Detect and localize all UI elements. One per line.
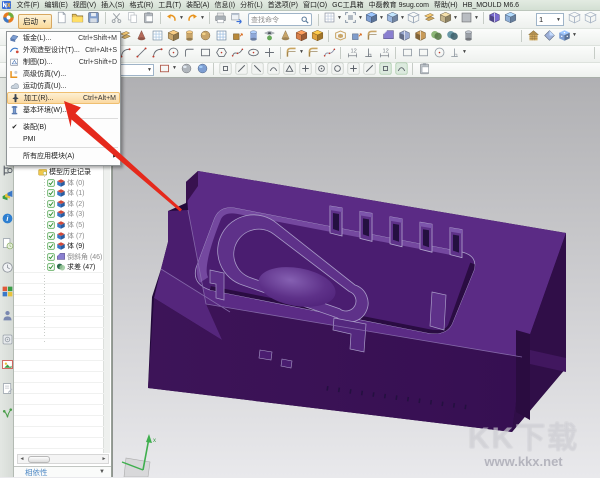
- icon-glyph: [9, 33, 20, 44]
- menu-item-label: 加工(R)...: [24, 93, 79, 103]
- menu-separator: [9, 118, 118, 119]
- menu-item-label: PMI: [23, 136, 117, 143]
- start-dropdown-menu: 钣金(L)... Ctrl+Shift+M 外观造型设计(T)... Ctrl+Alt…: [6, 31, 121, 166]
- start-menu-item-2[interactable]: 外观造型设计(T)... Ctrl+Alt+S: [7, 44, 120, 56]
- menu-separator: [9, 147, 118, 148]
- mold-block-model: [148, 171, 566, 432]
- start-menu-item-4[interactable]: 高级仿真(V)...: [7, 68, 120, 80]
- menu-item-label: 基本环境(W)...: [23, 105, 117, 115]
- svg-text:x: x: [153, 438, 156, 444]
- start-menu-item-3[interactable]: 制图(D)... Ctrl+Shift+D: [7, 56, 120, 68]
- icon-glyph: [9, 45, 20, 56]
- part-post-right: [430, 292, 446, 330]
- start-menu-item-9[interactable]: PMI: [7, 133, 120, 145]
- start-menu-item-10[interactable]: 所有应用模块(A)▶: [7, 150, 120, 162]
- menu-item-label: 高级仿真(V)...: [23, 69, 117, 79]
- menu-item-shortcut: Ctrl+Shift+M: [78, 35, 117, 42]
- checkmark-icon: ✔: [9, 123, 20, 131]
- icon-glyph: [9, 57, 20, 68]
- menu-item-label: 外观造型设计(T)...: [23, 45, 81, 55]
- gateway-icon: [9, 105, 20, 116]
- model-right-notch: [516, 330, 530, 420]
- menu-item-label: 运动仿真(U)...: [23, 81, 117, 91]
- menu-item-shortcut: Ctrl+Alt+S: [85, 47, 117, 54]
- menu-item-shortcut: Ctrl+Alt+M: [83, 95, 116, 102]
- menu-item-label: 所有应用模块(A): [23, 151, 113, 161]
- icon-glyph: [9, 81, 20, 92]
- start-menu-item-6[interactable]: 加工(R)... Ctrl+Alt+M: [7, 92, 120, 104]
- menu-icon-spacer: [9, 151, 20, 162]
- advanced-simulation-icon: [9, 69, 20, 80]
- icon-glyph: [10, 93, 21, 104]
- part-front-tab-1: [259, 350, 272, 360]
- motion-simulation-icon: [9, 81, 20, 92]
- sheet-metal-icon: [9, 33, 20, 44]
- view-triad: x: [122, 434, 156, 477]
- icon-glyph: [9, 69, 20, 80]
- menu-item-label: 钣金(L)...: [23, 33, 74, 43]
- start-menu-item-5[interactable]: 运动仿真(U)...: [7, 80, 120, 92]
- menu-icon-spacer: [9, 134, 20, 145]
- start-menu-item-1[interactable]: 钣金(L)... Ctrl+Shift+M: [7, 32, 120, 44]
- menu-item-label: 装配(B): [23, 122, 117, 132]
- submenu-arrow-icon: ▶: [113, 153, 117, 159]
- menu-item-label: 制图(D)...: [23, 57, 75, 67]
- start-menu-item-7[interactable]: 基本环境(W)...: [7, 104, 120, 116]
- icon-glyph: [9, 105, 20, 116]
- start-menu-item-8[interactable]: ✔装配(B): [7, 121, 120, 133]
- drafting-icon: [9, 57, 20, 68]
- manufacturing-icon: [10, 93, 21, 104]
- shape-studio-icon: [9, 45, 20, 56]
- menu-item-shortcut: Ctrl+Shift+D: [79, 59, 117, 66]
